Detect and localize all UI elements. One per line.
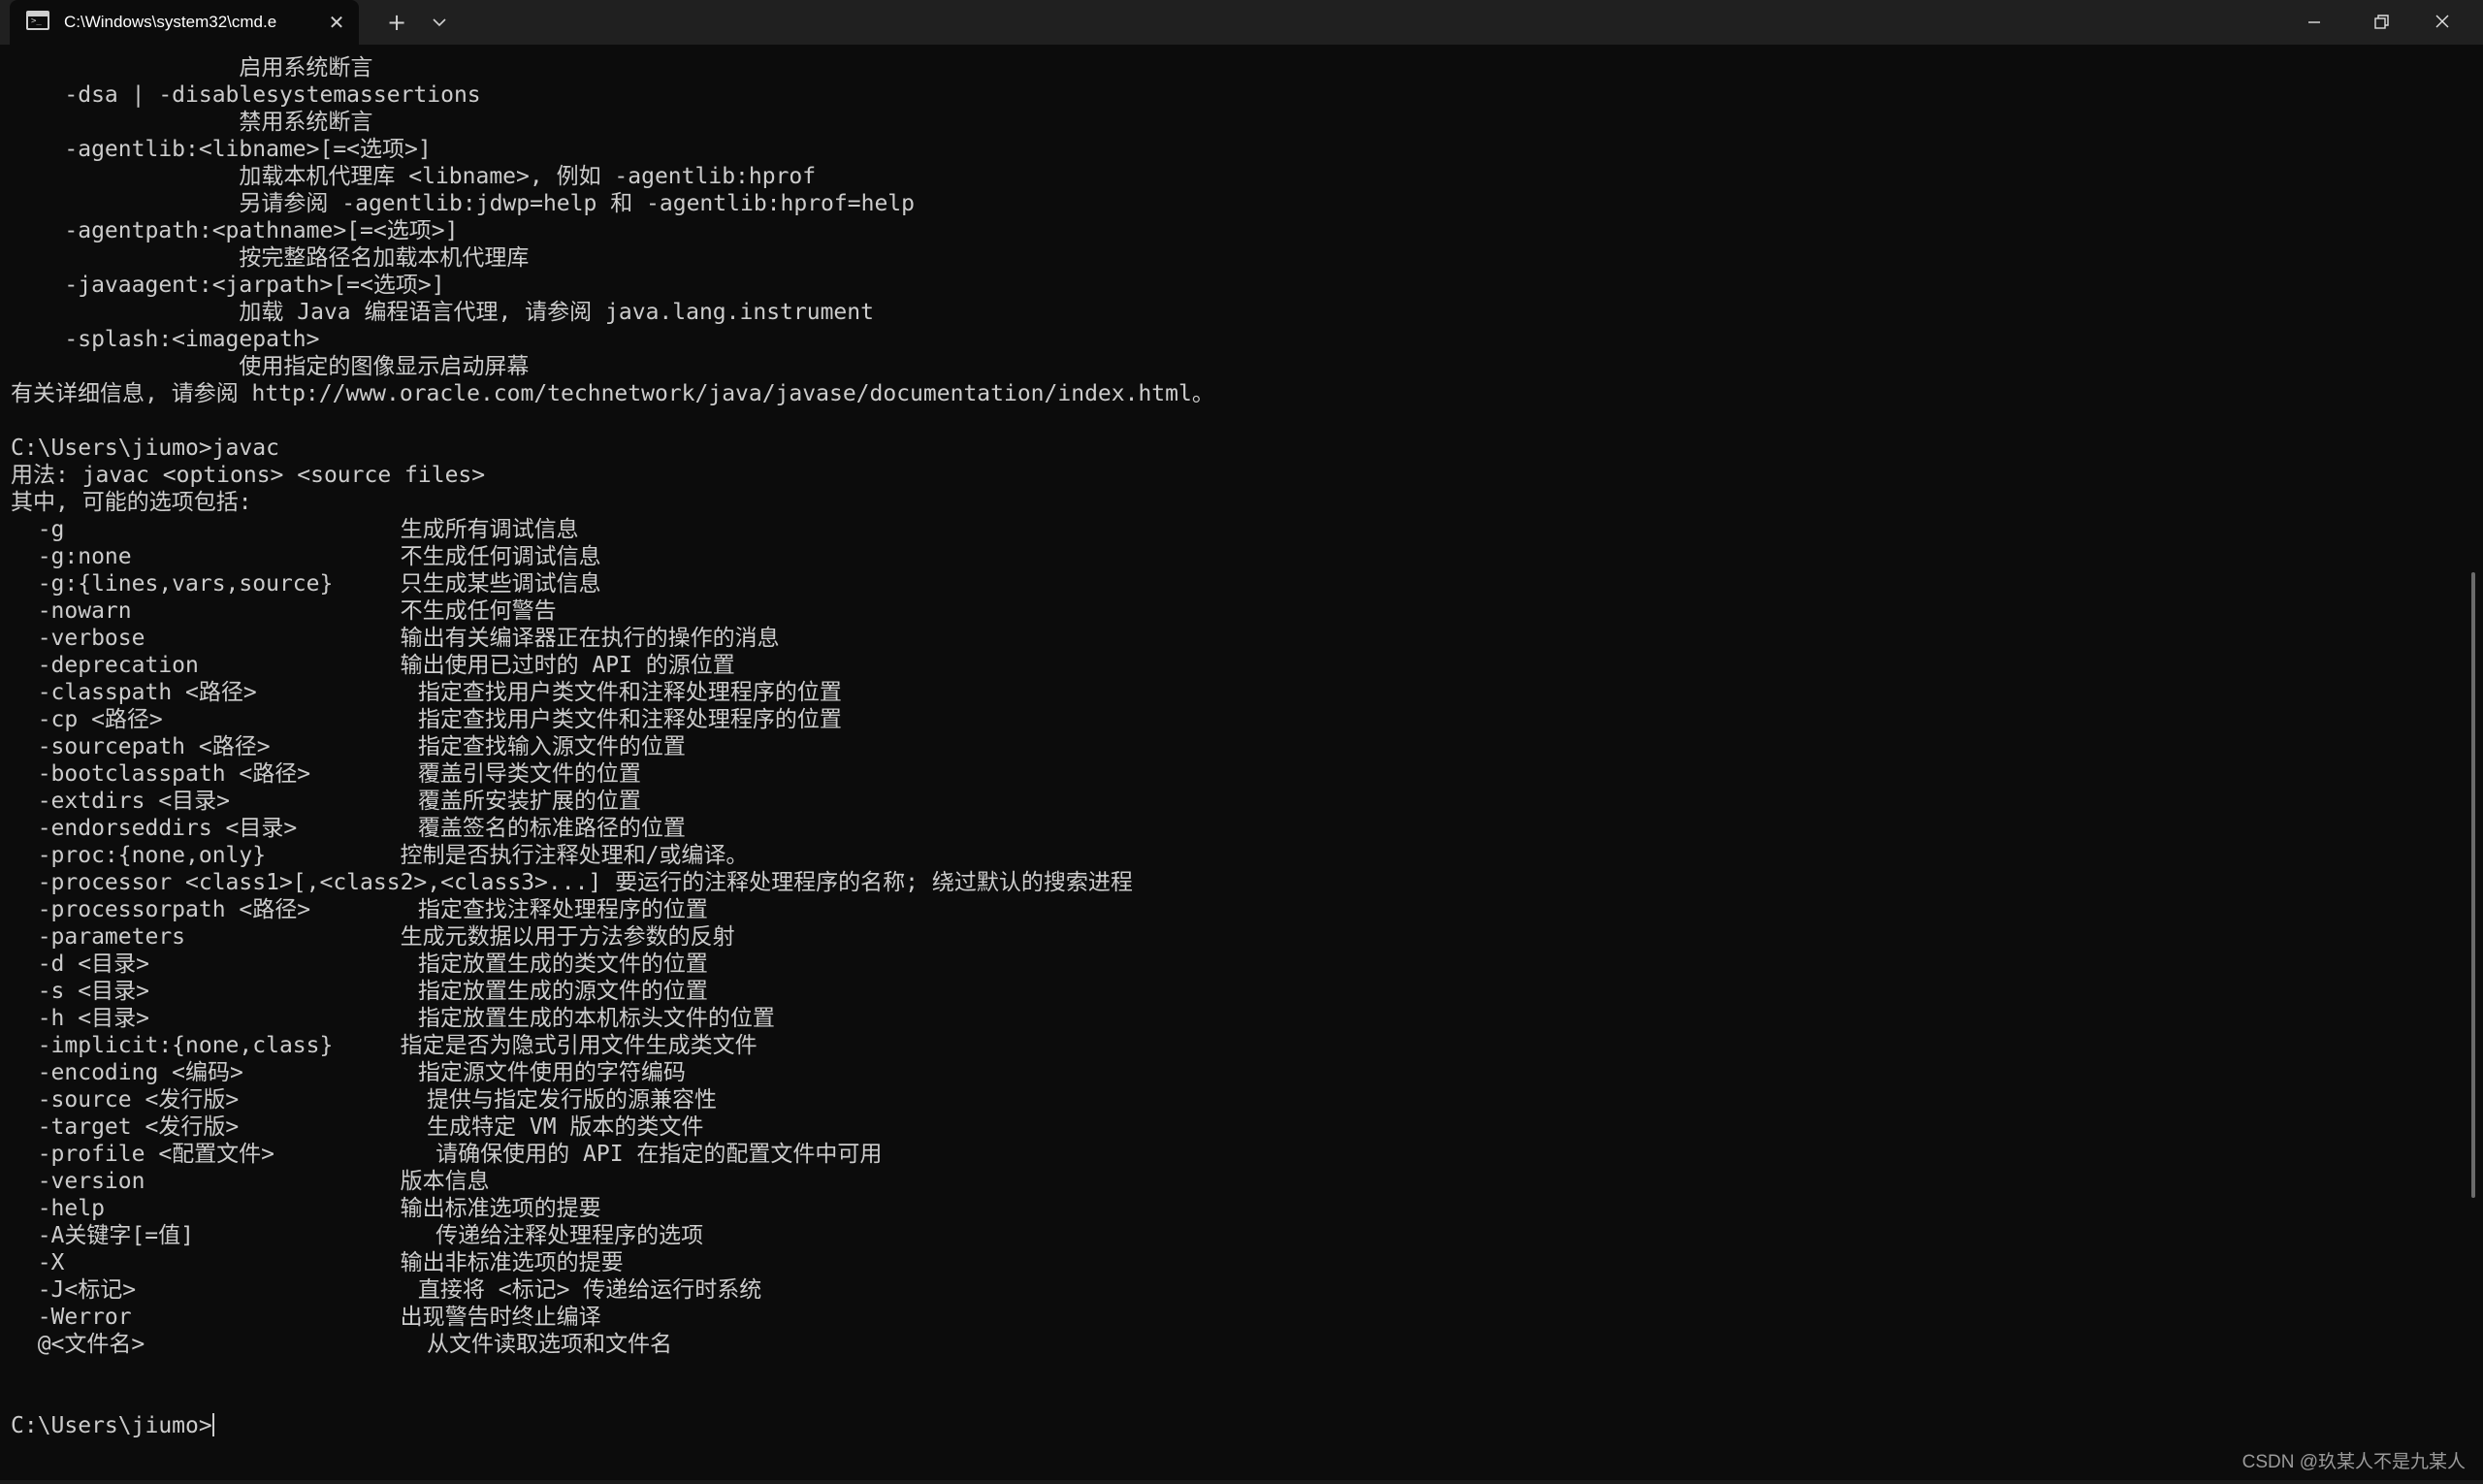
output-line: -encoding <编码> 指定源文件使用的字符编码 <box>11 1060 686 1085</box>
watermark: CSDN @玖某人不是九某人 <box>2241 1452 2466 1472</box>
output-lines: 启用系统断言 -dsa | -disablesystemassertions 禁… <box>11 55 1214 1357</box>
output-line: -cp <路径> 指定查找用户类文件和注释处理程序的位置 <box>11 707 842 732</box>
output-line: -g:{lines,vars,source} 只生成某些调试信息 <box>11 571 601 597</box>
output-line: -processorpath <路径> 指定查找注释处理程序的位置 <box>11 897 708 922</box>
output-line: -classpath <路径> 指定查找用户类文件和注释处理程序的位置 <box>11 680 842 705</box>
output-line: -processor <class1>[,<class2>,<class3>..… <box>11 870 1133 895</box>
close-tab-icon: ✕ <box>328 11 345 34</box>
output-line: -profile <配置文件> 请确保使用的 API 在指定的配置文件中可用 <box>11 1142 883 1167</box>
tab-dropdown-button[interactable] <box>423 6 456 39</box>
output-line: -target <发行版> 生成特定 VM 版本的类文件 <box>11 1114 704 1140</box>
output-line: -source <发行版> 提供与指定发行版的源兼容性 <box>11 1087 718 1113</box>
output-line: 用法: javac <options> <source files> <box>11 463 486 488</box>
close-icon <box>2435 15 2449 28</box>
output-line: -sourcepath <路径> 指定查找输入源文件的位置 <box>11 734 686 759</box>
output-line: 另请参阅 -agentlib:jdwp=help 和 -agentlib:hpr… <box>11 191 915 216</box>
output-line: -splash:<imagepath> <box>11 327 320 352</box>
output-line: -h <目录> 指定放置生成的本机标头文件的位置 <box>11 1006 775 1031</box>
output-line: 有关详细信息, 请参阅 http://www.oracle.com/techne… <box>11 381 1214 406</box>
output-line: -verbose 输出有关编译器正在执行的操作的消息 <box>11 626 780 651</box>
output-line: -javaagent:<jarpath>[=<选项>] <box>11 273 445 298</box>
output-line: -Werror 出现警告时终止编译 <box>11 1305 601 1330</box>
output-line: 启用系统断言 <box>11 55 373 81</box>
output-line: -bootclasspath <路径> 覆盖引导类文件的位置 <box>11 761 641 787</box>
minimize-button[interactable] <box>2281 0 2347 45</box>
tab-cmd[interactable]: >_ C:\Windows\system32\cmd.e ✕ <box>10 0 359 45</box>
output-line: -implicit:{none,class} 指定是否为隐式引用文件生成类文件 <box>11 1033 758 1058</box>
output-line: -s <目录> 指定放置生成的源文件的位置 <box>11 979 708 1004</box>
output-line: -extdirs <目录> 覆盖所安装扩展的位置 <box>11 789 641 814</box>
window-bottom-edge <box>0 1480 2483 1484</box>
output-line: -g 生成所有调试信息 <box>11 517 579 542</box>
output-line: 按完整路径名加载本机代理库 <box>11 245 530 271</box>
title-bar: >_ C:\Windows\system32\cmd.e ✕ + <box>0 0 2483 45</box>
tab-title: C:\Windows\system32\cmd.e <box>64 13 277 31</box>
output-line: 加载 Java 编程语言代理, 请参阅 java.lang.instrument <box>11 300 874 325</box>
output-line: -help 输出标准选项的提要 <box>11 1196 601 1221</box>
plus-icon: + <box>386 9 407 36</box>
output-line: -J<标记> 直接将 <标记> 传递给运行时系统 <box>11 1277 762 1303</box>
text-cursor <box>211 1413 214 1436</box>
output-line: -parameters 生成元数据以用于方法参数的反射 <box>11 924 735 950</box>
output-line: 禁用系统断言 <box>11 110 373 135</box>
output-line: -agentpath:<pathname>[=<选项>] <box>11 218 459 243</box>
minimize-icon <box>2308 21 2320 23</box>
output-line: C:\Users\jiumo>javac <box>11 436 279 461</box>
scrollbar-thumb[interactable] <box>2471 572 2475 1198</box>
close-tab-button[interactable]: ✕ <box>322 8 351 37</box>
output-line: -agentlib:<libname>[=<选项>] <box>11 137 432 162</box>
output-line: -d <目录> 指定放置生成的类文件的位置 <box>11 952 708 977</box>
output-line: 加载本机代理库 <libname>, 例如 -agentlib:hprof <box>11 164 817 189</box>
terminal-icon: >_ <box>26 11 49 30</box>
close-window-button[interactable] <box>2417 0 2483 45</box>
restore-icon <box>2374 15 2389 29</box>
new-tab-button[interactable]: + <box>380 6 413 39</box>
output-line: -nowarn 不生成任何警告 <box>11 598 557 624</box>
output-line: -endorseddirs <目录> 覆盖签名的标准路径的位置 <box>11 816 686 841</box>
output-line: 其中, 可能的选项包括: <box>11 490 252 515</box>
output-line: -A关键字[=值] 传递给注释处理程序的选项 <box>11 1223 704 1248</box>
terminal-icon-glyph: >_ <box>31 16 42 26</box>
output-line: -X 输出非标准选项的提要 <box>11 1250 624 1275</box>
output-line: -version 版本信息 <box>11 1169 490 1194</box>
terminal-output[interactable]: 启用系统断言 -dsa | -disablesystemassertions 禁… <box>0 45 2464 1484</box>
restore-button[interactable] <box>2347 0 2413 45</box>
output-line: 使用指定的图像显示启动屏幕 <box>11 354 530 379</box>
output-line: -deprecation 输出使用已过时的 API 的源位置 <box>11 653 735 678</box>
chevron-down-icon <box>433 18 446 27</box>
terminal-window: >_ C:\Windows\system32\cmd.e ✕ + 启用系统断言 … <box>0 0 2483 1484</box>
output-line: -dsa | -disablesystemassertions <box>11 82 481 108</box>
output-line: -proc:{none,only} 控制是否执行注释处理和/或编译。 <box>11 843 749 868</box>
output-line: -g:none 不生成任何调试信息 <box>11 544 601 569</box>
output-line: @<文件名> 从文件读取选项和文件名 <box>11 1332 673 1357</box>
command-prompt: C:\Users\jiumo> <box>11 1413 212 1438</box>
